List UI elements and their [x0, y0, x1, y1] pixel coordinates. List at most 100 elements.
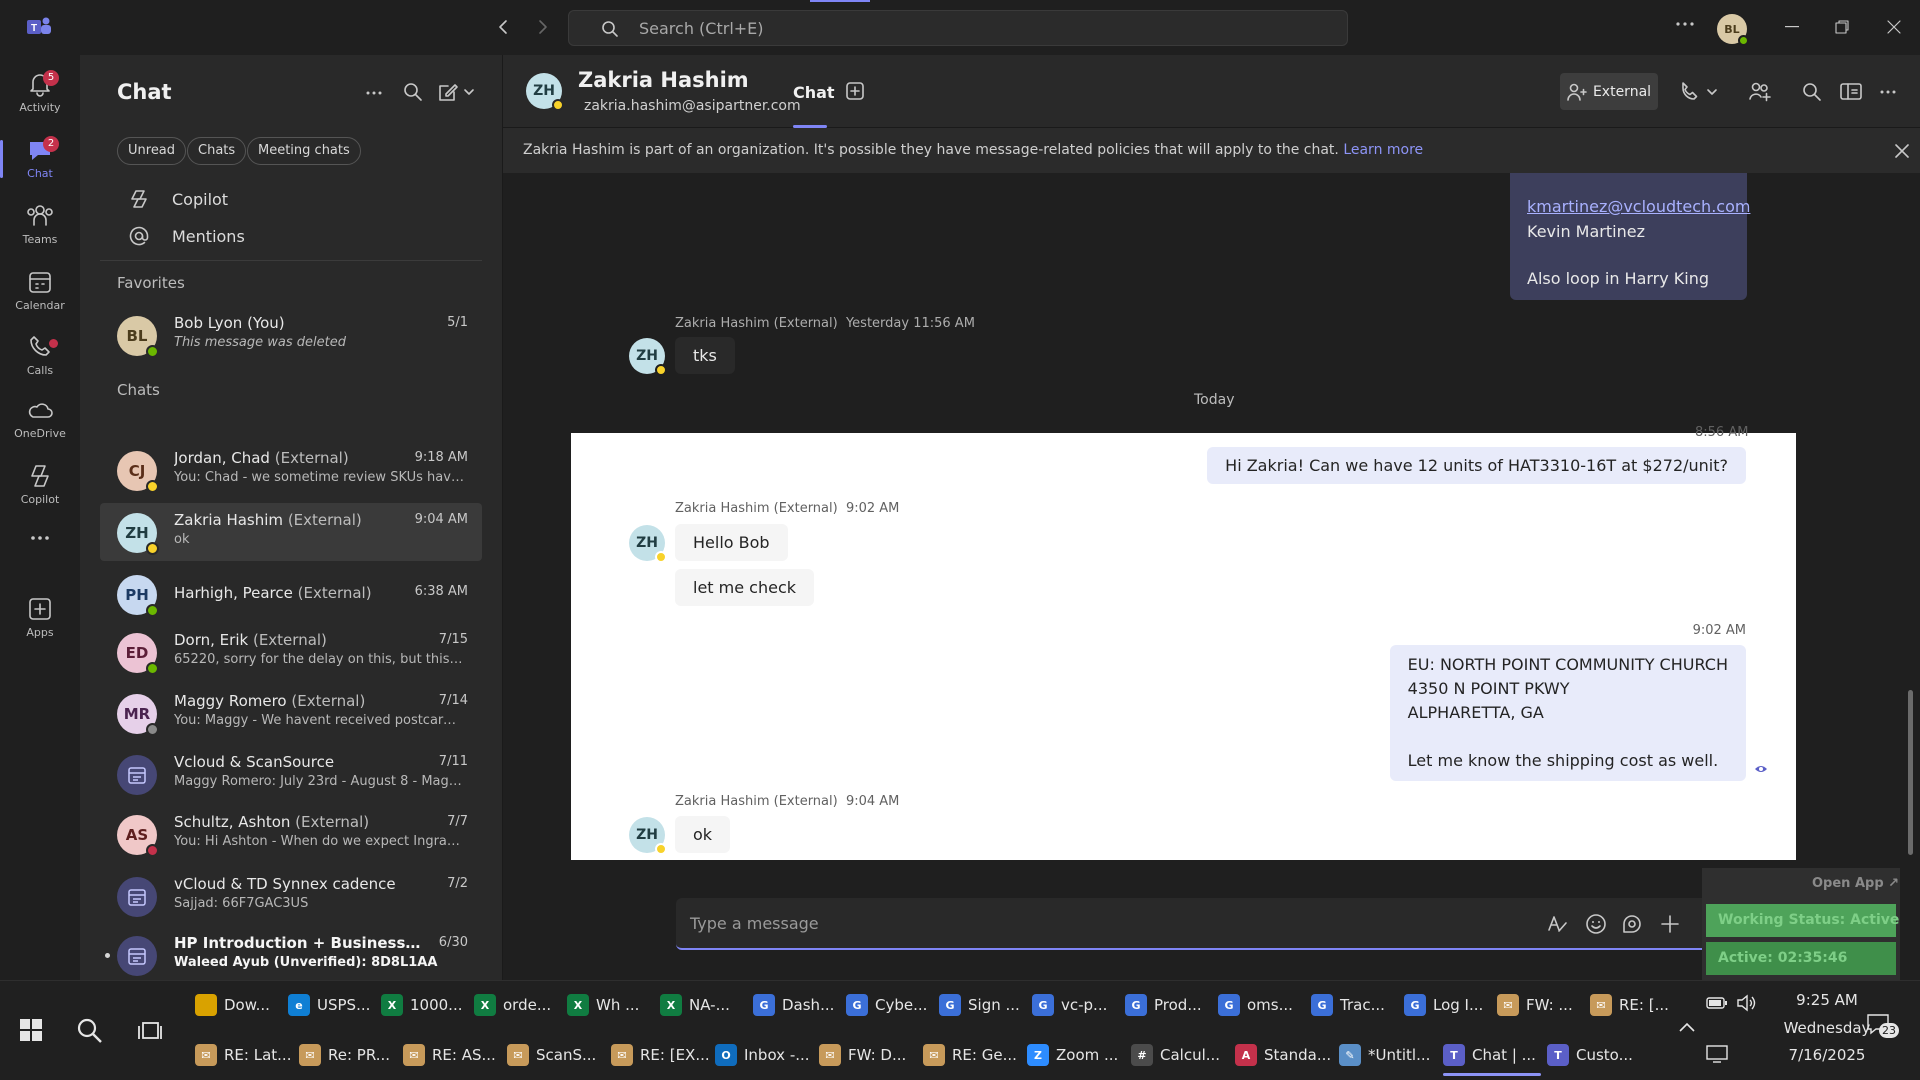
rail-chat[interactable]: 2 Chat — [0, 128, 80, 188]
format-icon[interactable] — [1546, 913, 1568, 935]
back-arrow-icon[interactable] — [496, 18, 510, 36]
rail-calendar[interactable]: Calendar — [0, 260, 80, 320]
taskbar-app-button[interactable]: G Prod... — [1125, 985, 1212, 1025]
chat-item[interactable]: CJ Jordan, Chad (External) You: Chad - we … — [100, 441, 482, 499]
taskbar-app-button[interactable]: ✉ RE: [... — [1590, 985, 1677, 1025]
filter-chats[interactable]: Chats — [187, 137, 247, 165]
chat-item[interactable]: Vcloud & ScanSource Maggy Romero: July 23… — [100, 745, 482, 803]
tab-chat[interactable]: Chat — [793, 83, 835, 102]
windows-start-icon[interactable] — [20, 1019, 42, 1041]
sender-avatar[interactable]: ZH — [629, 525, 667, 563]
volume-icon[interactable] — [1736, 994, 1758, 1012]
taskbar-app-button[interactable]: ✉ RE: Ge... — [923, 1035, 1021, 1075]
taskbar-app-button[interactable]: X 1000... — [381, 985, 468, 1025]
external-button[interactable]: External — [1560, 73, 1658, 110]
taskbar-app-button[interactable]: G Log I... — [1404, 985, 1491, 1025]
rail-activity[interactable]: 5 Activity — [0, 62, 80, 122]
contact-name[interactable]: Zakria Hashim — [578, 68, 749, 92]
chat-item[interactable]: MR Maggy Romero (External) You: Maggy - We… — [100, 684, 482, 742]
notification-icon[interactable]: 23 — [1866, 1013, 1899, 1038]
filter-unread[interactable]: Unread — [117, 137, 187, 165]
taskbar-app-button[interactable]: G Trac... — [1311, 985, 1398, 1025]
search-icon[interactable] — [403, 82, 423, 102]
teams-logo-icon[interactable]: T — [26, 15, 52, 39]
taskbar-app-button[interactable]: X Wh ... — [567, 985, 654, 1025]
taskbar-app-button[interactable]: ✎ *Untitl... — [1339, 1035, 1437, 1075]
taskbar-app-button[interactable]: ✉ ScanS... — [507, 1035, 605, 1075]
rail-apps[interactable]: Apps — [0, 587, 80, 647]
forward-arrow-icon[interactable] — [536, 18, 550, 36]
taskbar-app-button[interactable]: G Cybe... — [846, 985, 933, 1025]
taskbar-app-button[interactable]: Goms... — [1218, 985, 1305, 1025]
minimize-icon[interactable] — [1785, 26, 1799, 28]
taskbar-app-button[interactable]: T Chat | ... — [1443, 1035, 1541, 1076]
rail-onedrive[interactable]: OneDrive — [0, 388, 80, 448]
taskbar-app-button[interactable]: X NA-... — [660, 985, 747, 1025]
chat-item[interactable]: HP Introduction + Business Dis... Waleed … — [100, 926, 482, 984]
add-tab-icon[interactable] — [846, 82, 864, 100]
rail-calls[interactable]: Calls — [0, 325, 80, 385]
taskbar-app-button[interactable]: G Sign ... — [939, 985, 1026, 1025]
open-app-button[interactable]: Open App ↗ — [1812, 876, 1899, 891]
message-bubble-outgoing[interactable]: Hi Zakria! Can we have 12 units of HAT33… — [1207, 447, 1746, 484]
filter-meeting-chats[interactable]: Meeting chats — [247, 137, 361, 165]
nav-mentions[interactable]: Mentions — [128, 221, 245, 251]
taskbar-app-button[interactable]: # Calcul... — [1131, 1035, 1229, 1075]
taskbar-app-button[interactable]: Dow... — [195, 985, 282, 1025]
chat-item[interactable]: vCloud & TD Synnex cadence Sajjad: 66F7GA… — [100, 867, 482, 925]
email-link[interactable]: kmartinez@vcloudtech.com — [1527, 197, 1750, 216]
chat-item[interactable]: ED Dorn, Erik (External) 65220, sorry for … — [100, 623, 482, 681]
message-bubble-outgoing[interactable]: kmartinez@vcloudtech.com Kevin Martinez … — [1510, 173, 1750, 300]
close-window-icon[interactable] — [1887, 20, 1901, 34]
task-view-icon[interactable] — [138, 1019, 162, 1043]
search-icon[interactable] — [76, 1017, 104, 1045]
message-compose-box[interactable]: Type a message — [676, 898, 1726, 950]
taskbar-app-button[interactable]: G Dash... — [753, 985, 840, 1025]
add-people-icon[interactable] — [1748, 80, 1772, 104]
message-bubble-outgoing[interactable]: EU: NORTH POINT COMMUNITY CHURCH 4350 N … — [1389, 645, 1746, 781]
taskbar-app-button[interactable]: ✉ RE: Lat... — [195, 1035, 293, 1075]
message-bubble-incoming[interactable]: let me check — [675, 569, 815, 606]
taskbar-app-button[interactable]: A Standa... — [1235, 1035, 1333, 1075]
battery-icon[interactable] — [1706, 996, 1728, 1010]
search-bar[interactable]: Search (Ctrl+E) — [568, 10, 1348, 46]
learn-more-link[interactable]: Learn more — [1343, 142, 1423, 158]
desktop-icon[interactable] — [1706, 1045, 1728, 1063]
sticker-icon[interactable] — [1621, 913, 1643, 935]
scrollbar-thumb[interactable] — [1908, 690, 1913, 855]
chat-item[interactable]: ZH Zakria Hashim (External) ok 9:04 AM — [100, 503, 482, 561]
user-avatar[interactable]: BL — [1717, 14, 1749, 46]
clock-time[interactable]: 9:25 AM — [1777, 991, 1877, 1009]
restore-icon[interactable] — [1835, 20, 1849, 34]
taskbar-app-button[interactable]: ✉ RE: AS... — [403, 1035, 501, 1075]
taskbar-app-button[interactable]: ✉ FW: D... — [819, 1035, 917, 1075]
taskbar-app-button[interactable]: ✉ RE: [EX... — [611, 1035, 710, 1075]
rail-copilot[interactable]: Copilot — [0, 454, 80, 514]
chat-item[interactable]: AS Schultz, Ashton (External) You: Hi Asht… — [100, 805, 482, 863]
taskbar-app-button[interactable]: T Custo... — [1547, 1035, 1645, 1075]
working-status[interactable]: Working Status: Active — [1706, 904, 1899, 937]
rail-more[interactable] — [0, 518, 80, 558]
add-icon[interactable] — [1659, 913, 1681, 935]
chat-item[interactable]: PH Harhigh, Pearce (External) 6:38 AM — [100, 565, 482, 623]
message-bubble-incoming[interactable]: ok — [675, 816, 731, 853]
message-bubble-incoming[interactable]: tks — [675, 337, 735, 374]
message-bubble-incoming[interactable]: Hello Bob — [675, 524, 788, 561]
nav-copilot[interactable]: Copilot — [128, 184, 228, 214]
contact-avatar[interactable]: ZH — [526, 73, 564, 111]
chat-item-favorite[interactable]: BL Bob Lyon (You) This message was delet… — [100, 306, 482, 364]
call-icon[interactable] — [1678, 81, 1718, 103]
rail-teams[interactable]: Teams — [0, 194, 80, 254]
taskbar-app-button[interactable]: e USPS... — [288, 985, 375, 1025]
taskbar-app-button[interactable]: ✉ FW: ... — [1497, 985, 1584, 1025]
search-icon[interactable] — [1802, 82, 1822, 102]
taskbar-app-button[interactable]: O Inbox -... — [715, 1035, 813, 1075]
more-options-icon[interactable] — [1879, 89, 1897, 95]
more-options-icon[interactable] — [365, 90, 383, 96]
taskbar-app-button[interactable]: Z Zoom ... — [1027, 1035, 1125, 1075]
new-chat-icon[interactable] — [438, 82, 478, 102]
taskbar-app-button[interactable]: Xorde... — [474, 985, 561, 1025]
emoji-icon[interactable] — [1585, 913, 1607, 935]
more-options-icon[interactable] — [1675, 20, 1695, 28]
close-icon[interactable] — [1894, 143, 1910, 159]
